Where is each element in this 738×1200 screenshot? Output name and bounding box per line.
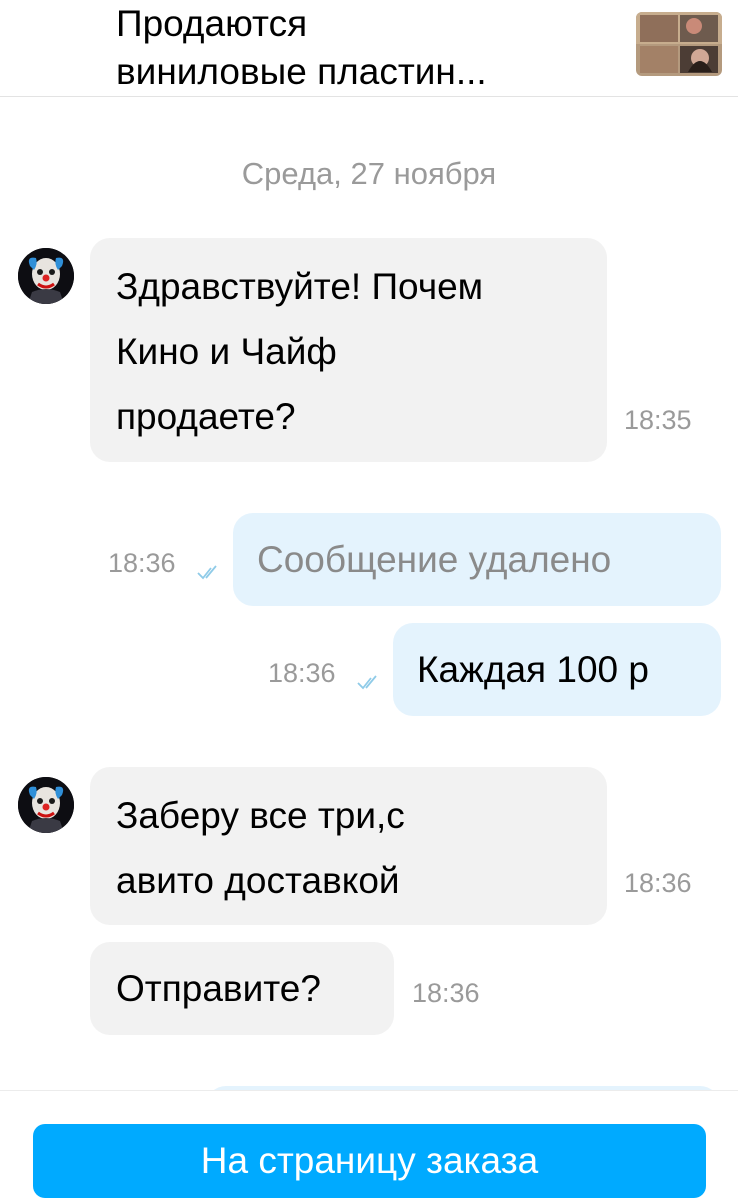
listing-title-line1: Продаются: [116, 3, 308, 44]
message-time: 18:36: [624, 868, 692, 898]
message-time: 18:36: [412, 978, 480, 1008]
double-check-icon: [357, 675, 377, 690]
clown-avatar-icon: [18, 248, 74, 304]
message-text-line: продаете?: [116, 396, 296, 437]
message-time: 18:35: [624, 405, 692, 435]
message-text: Каждая 100 р: [417, 649, 649, 690]
order-page-button[interactable]: На страницу заказа: [33, 1124, 706, 1198]
message-time: 18:36: [108, 548, 176, 578]
vinyl-listing-photo-icon: [636, 12, 722, 76]
message-text-line: Кино и Чайф: [116, 331, 337, 372]
double-check-icon: [197, 565, 217, 580]
message-bubble-outgoing[interactable]: Сообщение удалено: [233, 513, 721, 606]
message-text-line: Здравствуйте! Почем: [116, 266, 484, 307]
listing-title-line2: виниловые пластин...: [116, 51, 487, 92]
clown-avatar-icon: [18, 777, 74, 833]
sender-avatar[interactable]: [18, 248, 74, 304]
message-text-line: Заберу все три,с: [116, 795, 405, 836]
message-time: 18:36: [268, 658, 336, 688]
listing-thumbnail[interactable]: [636, 12, 722, 76]
message-bubble-incoming[interactable]: Заберу все три,с авито доставкой: [90, 767, 607, 925]
listing-title[interactable]: Продаются виниловые пластин...: [116, 0, 586, 96]
date-separator: Среда, 27 ноября: [241, 156, 497, 191]
message-text-line: авито доставкой: [116, 860, 400, 901]
chat-header: Продаются виниловые пластин...: [0, 0, 738, 97]
deleted-message-text: Сообщение удалено: [257, 539, 612, 580]
sender-avatar[interactable]: [18, 777, 74, 833]
message-bubble-outgoing[interactable]: Каждая 100 р: [393, 623, 721, 716]
message-text: Отправите?: [116, 968, 321, 1009]
message-bubble-incoming[interactable]: Отправите?: [90, 942, 394, 1035]
message-bubble-incoming[interactable]: Здравствуйте! Почем Кино и Чайф продаете…: [90, 238, 607, 462]
